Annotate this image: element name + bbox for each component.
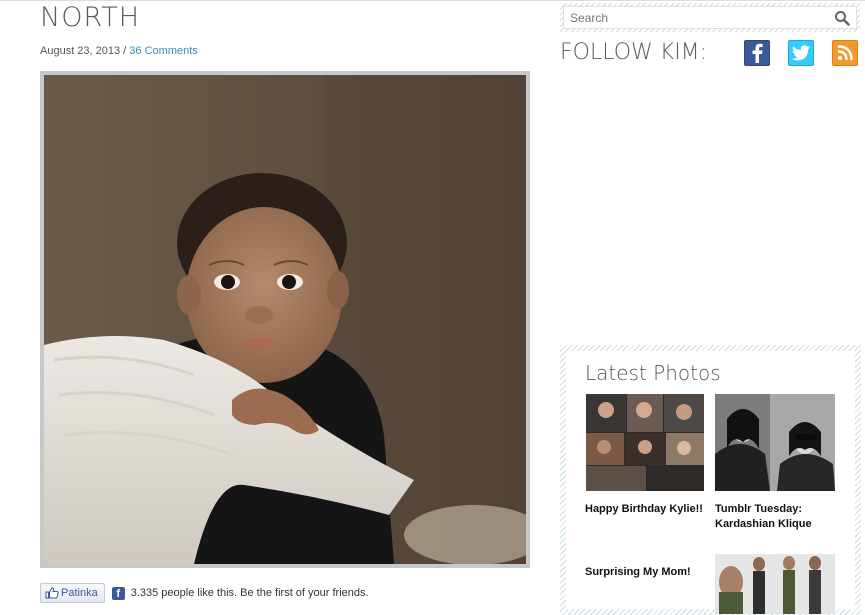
like-button[interactable]: Patinka — [40, 583, 105, 603]
search-icon[interactable] — [834, 10, 850, 26]
photo-caption[interactable]: Happy Birthday Kylie!! — [585, 502, 710, 517]
search-widget — [560, 3, 860, 32]
like-count-text: 3.335 people like this. Be the first of … — [130, 587, 369, 599]
post-date: August 23, 2013 — [40, 45, 121, 57]
photo-caption[interactable]: Tumblr Tuesday: Kardashian Klique — [715, 502, 845, 532]
latest-photos-widget: Latest Photos Happy Birthday Kylie!! Tum… — [560, 345, 861, 615]
facebook-small-icon: f — [111, 586, 125, 600]
search-box — [563, 6, 857, 29]
post-meta: August 23, 2013 / 36 Comments — [40, 45, 198, 57]
photo-thumbnail[interactable] — [715, 394, 835, 491]
rss-icon[interactable] — [832, 40, 858, 66]
search-input[interactable] — [564, 7, 814, 28]
like-button-label: Patinka — [61, 587, 98, 599]
facebook-icon[interactable] — [744, 40, 770, 66]
post-title[interactable]: NORTH — [40, 2, 140, 33]
top-divider — [0, 0, 865, 1]
photo-thumbnail[interactable] — [586, 394, 704, 491]
post-photo-frame — [40, 71, 530, 568]
post-photo[interactable] — [44, 75, 526, 564]
meta-separator: / — [120, 45, 130, 57]
photo-thumbnail[interactable] — [715, 554, 835, 614]
follow-title: FOLLOW KIM: — [560, 40, 708, 65]
photo-caption[interactable]: Surprising My Mom! — [585, 565, 710, 580]
twitter-icon[interactable] — [788, 40, 814, 66]
thumbs-up-icon — [45, 587, 59, 599]
latest-photos-panel: Latest Photos Happy Birthday Kylie!! Tum… — [566, 351, 855, 614]
latest-photos-title: Latest Photos — [585, 361, 721, 385]
comments-link[interactable]: 36 Comments — [129, 45, 197, 57]
facebook-like-bar: Patinka f 3.335 people like this. Be the… — [40, 582, 369, 604]
